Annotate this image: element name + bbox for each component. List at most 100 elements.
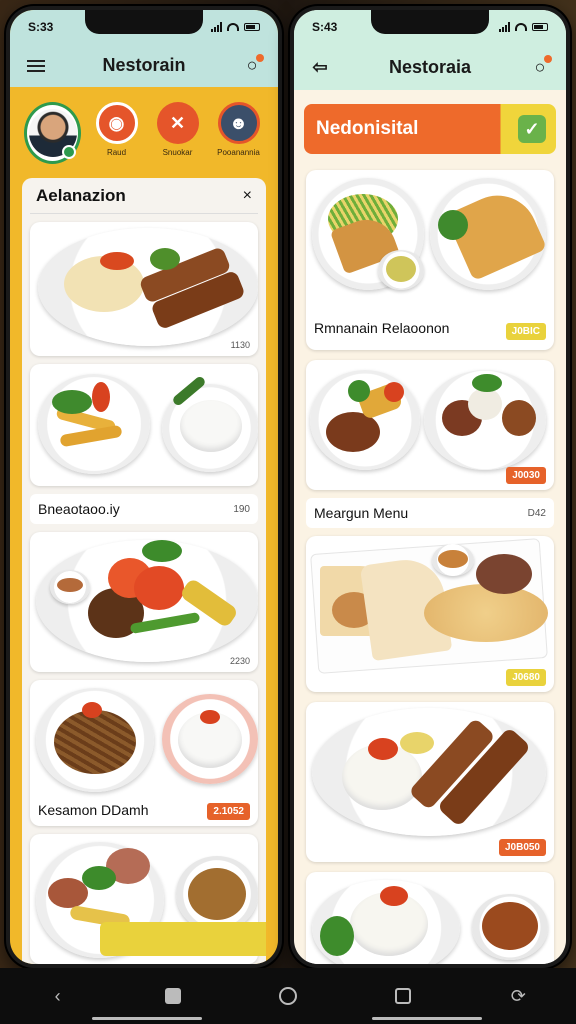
food-card[interactable] — [306, 872, 554, 964]
price-label: 1130 — [230, 340, 250, 350]
menu-icon[interactable] — [24, 54, 48, 78]
status-time: S:43 — [312, 20, 338, 34]
section-count: D42 — [527, 507, 546, 519]
home-indicator — [372, 1017, 482, 1020]
system-nav-bar: ‹ ⟳ — [0, 968, 576, 1024]
egg — [468, 388, 502, 420]
card-title: Rmnanain Relaoonon — [314, 320, 450, 336]
overview-icon[interactable] — [391, 984, 415, 1008]
section-title: Meargun Menu — [314, 505, 409, 521]
price-tag: J0680 — [506, 669, 546, 686]
banner-text: Nedonisital — [316, 118, 419, 139]
section-header[interactable]: Meargun Menu D42 — [306, 498, 554, 528]
chutney — [386, 256, 416, 282]
back-arrow-icon[interactable]: ⇦ — [308, 55, 332, 79]
food-card[interactable]: J0030 — [306, 360, 554, 490]
battery-icon — [244, 23, 260, 31]
wifi-icon — [227, 23, 239, 31]
meat — [48, 878, 88, 908]
left-screen: S:33 Nestorain ○ ◉ Raud ✕ Snuokar ☻ Pooa… — [10, 10, 278, 964]
notification-icon[interactable]: ○ — [240, 53, 264, 78]
status-bar: S:33 — [10, 10, 278, 44]
right-phone: S:43 ⇦ Nestoraia ○ Nedonisital ✓ Rmnanai… — [290, 6, 570, 968]
flatbread — [424, 584, 548, 642]
section-count: 190 — [233, 503, 250, 515]
home-indicator — [92, 1017, 202, 1020]
price-tag: J0B050 — [498, 839, 546, 856]
section-header[interactable]: Bneaotaoo.iy 190 — [30, 494, 258, 524]
food-card[interactable] — [30, 364, 258, 486]
sauce — [438, 550, 468, 568]
food-card[interactable]: Kesamon DDamh 2.1052 — [30, 680, 258, 826]
price-tag: J0BIC — [505, 323, 546, 340]
herbs — [438, 210, 468, 240]
menu-list: Rmnanain Relaoonon J0BIC J0030 Meargun M… — [306, 170, 554, 964]
left-phone: S:33 Nestorain ○ ◉ Raud ✕ Snuokar ☻ Pooa… — [6, 6, 282, 968]
herbs — [142, 540, 182, 562]
sauce — [57, 578, 83, 592]
sauce — [368, 738, 398, 760]
close-icon[interactable]: × — [243, 187, 252, 205]
app-bar: ⇦ Nestoraia ○ — [294, 44, 566, 90]
category-label: Pooanannia — [217, 148, 260, 157]
meat — [476, 554, 532, 594]
bottom-action-bar[interactable] — [100, 922, 266, 956]
garnish — [200, 710, 220, 724]
app-bar: Nestorain ○ — [10, 44, 278, 90]
food-card[interactable]: J0B050 — [306, 702, 554, 862]
right-screen: S:43 ⇦ Nestoraia ○ Nedonisital ✓ Rmnanai… — [294, 10, 566, 964]
rice-mound — [180, 400, 242, 452]
panel-title: Aelanazion — [36, 185, 126, 205]
notification-icon[interactable]: ○ — [528, 55, 552, 79]
lettuce — [348, 380, 370, 402]
cross-icon: ✕ — [156, 102, 199, 144]
check-icon[interactable]: ✓ — [518, 115, 546, 143]
signal-icon — [499, 22, 510, 32]
panel-header: Aelanazion × — [30, 178, 258, 214]
camera-notch — [85, 10, 203, 34]
food-card[interactable]: 2230 — [30, 532, 258, 672]
battery-icon — [532, 23, 548, 31]
carrot — [92, 382, 110, 412]
lettuce — [52, 390, 92, 414]
food-card[interactable]: J0680 — [306, 536, 554, 692]
curry — [482, 902, 538, 950]
card-title: Kesamon DDamh — [38, 802, 149, 818]
section-title: Bneaotaoo.iy — [38, 501, 120, 517]
price-label: 2230 — [229, 656, 250, 666]
category-item-snuokar[interactable]: ✕ Snuokar — [152, 102, 203, 157]
status-time: S:33 — [28, 20, 54, 34]
recents-icon[interactable] — [161, 984, 185, 1008]
promo-banner[interactable]: Nedonisital ✓ — [304, 104, 556, 154]
avatar[interactable] — [24, 102, 81, 164]
camera-notch — [371, 10, 489, 34]
status-icons — [499, 22, 548, 32]
app-title: Nestorain — [102, 55, 186, 75]
plate-icon: ◉ — [95, 102, 138, 144]
wifi-icon — [515, 23, 527, 31]
food-card[interactable]: Rmnanain Relaoonon J0BIC — [306, 170, 554, 350]
food-card[interactable]: 1130 — [30, 222, 258, 356]
chef-icon: ☻ — [217, 102, 260, 144]
category-label: Raud — [106, 148, 127, 157]
sauce — [100, 252, 134, 270]
signal-icon — [211, 22, 222, 32]
kebab — [326, 412, 380, 452]
status-icons — [211, 22, 260, 32]
lemon — [400, 732, 434, 754]
online-badge — [62, 145, 76, 159]
tomato — [384, 382, 404, 402]
back-icon[interactable]: ‹ — [46, 984, 70, 1008]
home-icon[interactable] — [276, 984, 300, 1008]
status-bar: S:43 — [294, 10, 566, 44]
category-item-raud[interactable]: ◉ Raud — [91, 102, 142, 157]
category-label: Snuokar — [162, 148, 193, 157]
rotate-icon[interactable]: ⟳ — [506, 984, 530, 1008]
app-title: Nestoraia — [388, 56, 472, 77]
tomato — [134, 566, 184, 610]
category-item-pooanannia[interactable]: ☻ Pooanannia — [213, 102, 264, 157]
curry — [188, 868, 246, 920]
meat — [502, 400, 536, 436]
garnish — [380, 886, 408, 906]
herbs — [150, 248, 180, 270]
